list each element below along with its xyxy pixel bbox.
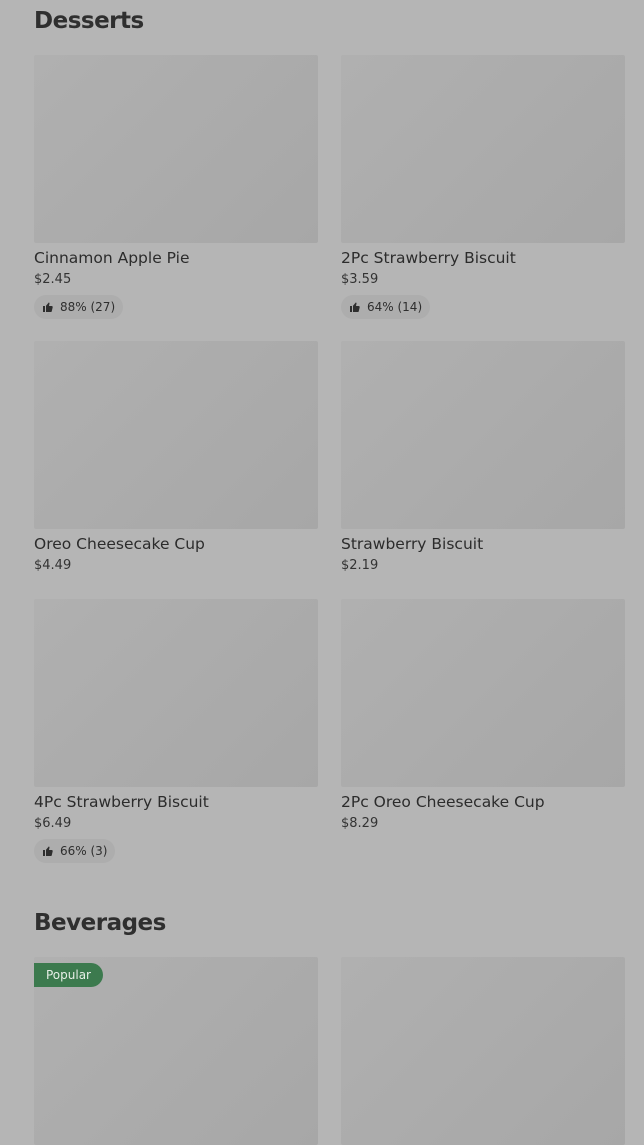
- item-name: Strawberry Biscuit: [341, 535, 484, 553]
- popular-badge: Popular: [34, 963, 103, 987]
- item-name: 4Pc Strawberry Biscuit: [34, 793, 209, 811]
- item-price: $4.49: [34, 558, 72, 573]
- menu-item-card[interactable]: [341, 957, 625, 1145]
- rating-text: 64% (14): [367, 300, 423, 314]
- menu-item-card[interactable]: Oreo Cheesecake Cup $4.49: [34, 341, 318, 575]
- item-image[interactable]: [341, 341, 625, 529]
- menu-item-card[interactable]: 2Pc Oreo Cheesecake Cup $8.29: [341, 599, 625, 833]
- thumbs-up-icon: [42, 301, 54, 313]
- menu-item-card[interactable]: 4Pc Strawberry Biscuit $6.49 66% (3): [34, 599, 318, 863]
- item-name: Cinnamon Apple Pie: [34, 249, 190, 267]
- menu-item-card[interactable]: 2Pc Strawberry Biscuit $3.59 64% (14): [341, 55, 625, 319]
- thumbs-up-icon: [42, 845, 54, 857]
- item-name: 2Pc Strawberry Biscuit: [341, 249, 516, 267]
- item-price: $2.19: [341, 558, 379, 573]
- item-price: $2.45: [34, 272, 72, 287]
- menu-item-card[interactable]: Cinnamon Apple Pie $2.45 88% (27): [34, 55, 318, 319]
- item-price: $8.29: [341, 816, 379, 831]
- item-image[interactable]: Popular: [34, 957, 318, 1145]
- rating-text: 66% (3): [60, 844, 108, 858]
- rating-pill: 64% (14): [341, 295, 431, 319]
- item-image[interactable]: [34, 599, 318, 787]
- section-title-desserts: Desserts: [34, 8, 144, 34]
- item-name: Oreo Cheesecake Cup: [34, 535, 205, 553]
- section-title-beverages: Beverages: [34, 910, 166, 936]
- rating-pill: 66% (3): [34, 839, 116, 863]
- menu-item-card[interactable]: Popular: [34, 957, 318, 1145]
- item-price: $6.49: [34, 816, 72, 831]
- rating-pill: 88% (27): [34, 295, 124, 319]
- menu-item-card[interactable]: Strawberry Biscuit $2.19: [341, 341, 625, 575]
- item-image[interactable]: [341, 55, 625, 243]
- item-image[interactable]: [34, 55, 318, 243]
- item-name: 2Pc Oreo Cheesecake Cup: [341, 793, 545, 811]
- item-image[interactable]: [34, 341, 318, 529]
- thumbs-up-icon: [349, 301, 361, 313]
- rating-text: 88% (27): [60, 300, 116, 314]
- item-price: $3.59: [341, 272, 379, 287]
- item-image[interactable]: [341, 957, 625, 1145]
- item-image[interactable]: [341, 599, 625, 787]
